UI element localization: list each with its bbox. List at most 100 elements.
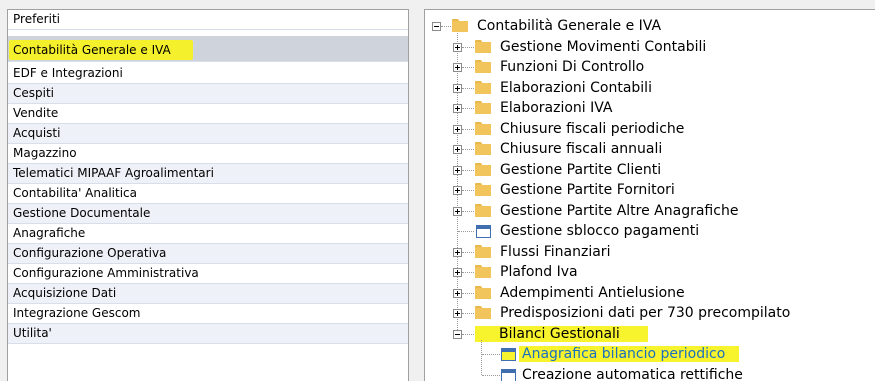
tree-connector [482,374,500,376]
tree-connector [462,251,474,253]
tree-node-6[interactable]: Chiusure fiscali annuali [497,139,665,159]
module-item-15[interactable]: Integrazione Gescom [8,304,408,324]
expand-toggle-icon[interactable] [453,309,462,318]
module-item-label: Acquisizione Dati [13,286,117,300]
tree-connector [462,272,474,273]
module-item-2[interactable]: Contabilità Generale e IVA [8,36,408,62]
tree-node-label: Gestione Movimenti Contabili [500,38,707,55]
form-icon [476,225,491,238]
module-item-5[interactable]: Vendite [8,104,408,124]
module-item-label: Anagrafiche [13,226,86,240]
tree-child-node-2[interactable]: Creazione automatica rettifiche [519,365,746,381]
tree-node-11[interactable]: Flussi Finanziari [497,242,613,262]
tree-connector [458,231,474,232]
tree-node-2[interactable]: Funzioni Di Controllo [497,57,647,77]
tree-connector [441,26,451,27]
tree-node-4[interactable]: Elaborazioni IVA [497,98,616,118]
module-item-1[interactable]: Preferiti [8,10,408,30]
tree-connector [462,128,474,130]
tree-node-9[interactable]: Gestione Partite Altre Anagrafiche [497,201,741,221]
collapse-toggle-icon[interactable] [453,329,462,339]
tree-node-label: Plafond Iva [500,264,578,280]
tree-connector [462,87,474,89]
module-item-4[interactable]: Cespiti [8,84,408,104]
expand-toggle-icon[interactable] [453,165,462,175]
folder-icon [475,265,491,278]
module-item-12[interactable]: Configurazione Operativa [8,244,408,264]
tree-node-label: Chiusure fiscali periodiche [500,120,685,137]
expand-toggle-icon[interactable] [453,268,462,277]
tree-node-5[interactable]: Chiusure fiscali periodiche [497,119,687,139]
module-item-13[interactable]: Configurazione Amministrativa [8,264,408,284]
module-item-16[interactable]: Utilita' [8,324,408,344]
module-item-9[interactable]: Contabilita' Analitica [8,184,408,204]
tree-node-label: Flussi Finanziari [500,243,611,260]
tree-node-7[interactable]: Gestione Partite Clienti [497,160,664,180]
tree-node-13[interactable]: Adempimenti Antielusione [497,283,688,303]
expand-toggle-icon[interactable] [453,247,462,257]
tree-node-15[interactable]: Bilanci Gestionali [475,324,648,344]
module-item-11[interactable]: Anagrafiche [8,224,408,244]
module-item-label: Configurazione Operativa [13,246,167,260]
tree-root-node[interactable]: Contabilità Generale e IVA [474,16,664,36]
module-item-label: Telematici MIPAAF Agroalimentari [13,166,214,180]
module-item-6[interactable]: Acquisti [8,124,408,144]
tree-child-node-1[interactable]: Anagrafica bilancio periodico [519,344,740,364]
folder-icon [475,142,491,155]
folder-icon [475,101,491,114]
tree-node-label: Chiusure fiscali annuali [500,141,663,157]
expand-toggle-icon[interactable] [453,83,462,93]
module-item-10[interactable]: Gestione Documentale [8,204,408,224]
expand-toggle-icon[interactable] [453,206,462,216]
module-item-3[interactable]: EDF e Integrazioni [8,64,408,84]
tree-connector [462,46,474,48]
folder-icon [475,285,491,299]
tree-node-label: Adempimenti Antielusione [500,284,685,301]
folder-icon [475,162,491,176]
expand-toggle-icon[interactable] [453,63,462,72]
module-item-8[interactable]: Telematici MIPAAF Agroalimentari [8,164,408,184]
tree-connector [462,149,474,150]
module-item-label: Utilita' [13,326,52,340]
folder-icon [475,306,491,319]
expand-toggle-icon[interactable] [453,186,462,195]
tree-node-label: Elaborazioni IVA [500,100,613,116]
tree-node-label: Bilanci Gestionali [475,325,648,342]
module-item-label: Vendite [13,106,59,120]
module-item-7[interactable]: Magazzino [8,144,408,164]
menu-tree: Contabilità Generale e IVA Gestione Movim… [424,9,875,381]
form-icon [501,348,516,361]
folder-icon [475,244,491,258]
tree-node-14[interactable]: Predisposizioni dati per 730 precompilat… [497,303,793,323]
folder-icon [475,203,491,217]
tree-node-label: Gestione sblocco pagamenti [500,223,700,239]
form-icon [501,368,516,381]
folder-icon [475,80,491,94]
tree-connector [482,354,500,355]
expand-toggle-icon[interactable] [453,104,462,113]
tree-node-label: Gestione Partite Fornitori [500,182,675,198]
expand-toggle-icon[interactable] [453,42,462,52]
tree-connector [462,210,474,212]
folder-icon [475,60,491,73]
expand-toggle-icon[interactable] [453,124,462,134]
tree-node-3[interactable]: Elaborazioni Contabili [497,78,655,98]
tree-connector [462,313,474,314]
tree-node-10[interactable]: Gestione sblocco pagamenti [497,221,702,241]
module-item-label: Gestione Documentale [13,206,151,220]
expand-toggle-icon[interactable] [453,145,462,154]
tree-node-label: Predisposizioni dati per 730 precompilat… [500,305,791,321]
module-item-14[interactable]: Acquisizione Dati [8,284,408,304]
tree-connector [462,190,474,191]
tree-node-8[interactable]: Gestione Partite Fornitori [497,180,678,200]
tree-node-1[interactable]: Gestione Movimenti Contabili [497,37,709,57]
tree-node-12[interactable]: Plafond Iva [497,262,581,282]
folder-icon [475,183,491,196]
tree-root-collapse-toggle[interactable] [432,22,441,31]
tree-connector [462,108,474,109]
tree-node-label: Elaborazioni Contabili [500,79,652,96]
tree-connector [462,292,474,294]
module-item-label: Magazzino [13,146,77,160]
expand-toggle-icon[interactable] [453,288,462,298]
tree-connector [462,333,474,335]
